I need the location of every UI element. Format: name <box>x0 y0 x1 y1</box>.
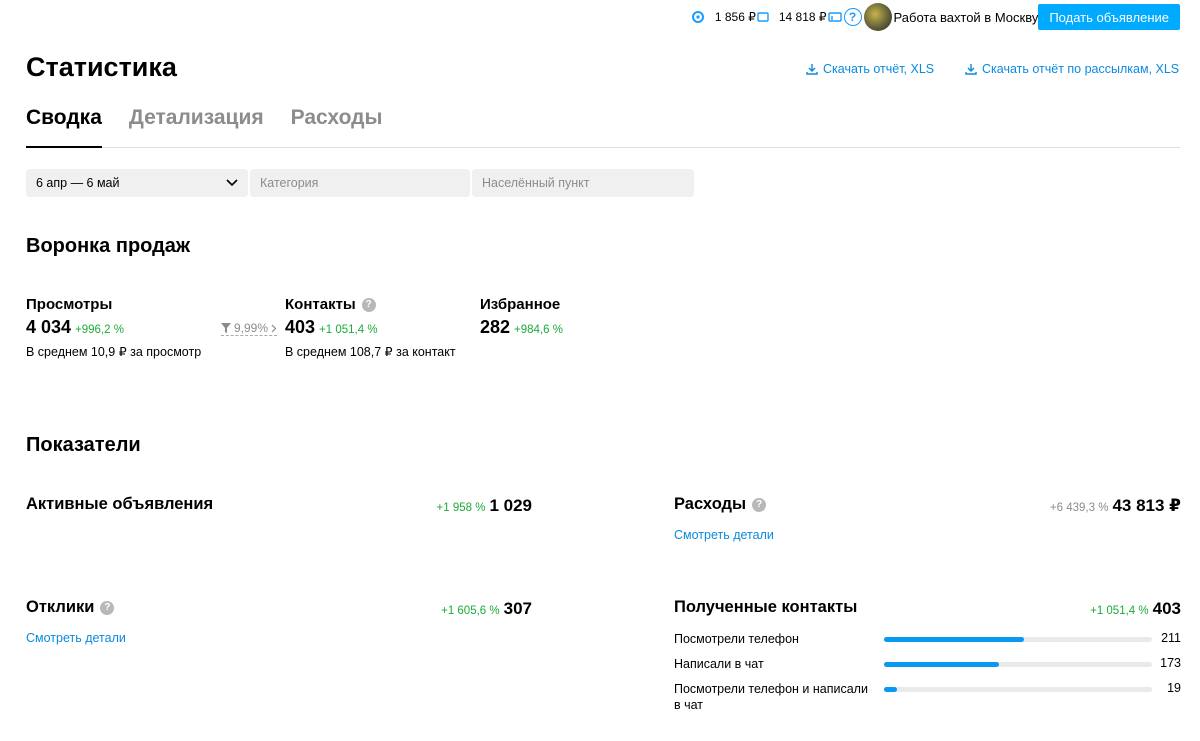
received-contacts-change: +1 051,4 % <box>1090 605 1149 617</box>
active-ads-change: +1 958 % <box>436 502 486 514</box>
question-icon[interactable]: ? <box>100 600 115 615</box>
contact-row-bar <box>884 662 1152 667</box>
views-metric: Просмотры 4 034 +996,2 % В среднем 10,9 … <box>26 296 201 359</box>
views-avg: В среднем 10,9 ₽ за просмотр <box>26 345 202 359</box>
expenses-label: Расходы <box>674 495 747 513</box>
favorites-value: 282 <box>480 317 511 337</box>
question-icon[interactable]: ? <box>361 297 376 312</box>
expenses-details-link[interactable]: Смотреть детали <box>674 528 774 542</box>
contact-row-label: Посмотрели телефон и написали в чат <box>674 682 868 712</box>
period-select[interactable]: 6 апр — 6 май <box>26 169 248 197</box>
balance-1-value: 1 856 ₽ <box>714 10 756 24</box>
responses-stat: +1 605,6 % 307 <box>441 599 532 619</box>
filters: 6 апр — 6 май Категория Населённый пункт <box>26 169 694 197</box>
download-report-link[interactable]: Скачать отчёт, XLS <box>806 62 934 76</box>
views-label: Просмотры <box>26 296 113 313</box>
favorites-metric: Избранное 282 +984,6 % <box>480 296 563 338</box>
active-ads-label: Активные объявления <box>26 495 214 513</box>
bonus-card-icon <box>827 12 842 22</box>
top-bar: 1 856 ₽ 14 818 ₽ ? Работа вахтой в Москв… <box>691 3 1180 31</box>
conversion-link[interactable]: 9,99% <box>221 321 278 336</box>
balance-2[interactable]: 14 818 ₽ <box>779 10 842 24</box>
conversion-value: 9,99% <box>234 321 269 335</box>
user-name[interactable]: Работа вахтой в Москву <box>894 10 1039 25</box>
favorites-label: Избранное <box>480 296 561 313</box>
responses-value: 307 <box>503 599 532 618</box>
contact-row-bar-fill <box>884 687 897 692</box>
category-select[interactable]: Категория <box>250 169 470 197</box>
received-contacts-value: 403 <box>1152 599 1181 618</box>
contact-row-label: Посмотрели телефон <box>674 632 799 646</box>
balance-1[interactable]: 1 856 ₽ <box>691 10 769 24</box>
views-change: +996,2 % <box>75 324 124 336</box>
indicators-title: Показатели <box>26 434 141 456</box>
contact-row-bar-fill <box>884 662 999 667</box>
question-icon[interactable]: ? <box>752 497 767 512</box>
contacts-metric: Контакты ? 403 +1 051,4 % В среднем 108,… <box>285 296 456 359</box>
contact-row-label: Написали в чат <box>674 657 764 671</box>
contact-row-value: 19 <box>1167 681 1181 695</box>
contacts-avg: В среднем 108,7 ₽ за контакт <box>285 345 456 359</box>
active-ads-value: 1 029 <box>489 496 532 515</box>
chevron-right-icon <box>271 324 277 332</box>
page-title: Статистика <box>26 52 177 82</box>
expenses-change: +6 439,3 % <box>1049 502 1109 514</box>
expenses-value: 43 813 ₽ <box>1112 496 1181 515</box>
tab-expenses[interactable]: Расходы <box>291 106 383 148</box>
responses-title: Отклики ? <box>26 598 115 617</box>
expenses-stat: +6 439,3 % 43 813 ₽ <box>1050 496 1181 516</box>
balance-2-value: 14 818 ₽ <box>778 10 827 24</box>
tab-details[interactable]: Детализация <box>129 106 264 148</box>
expenses-title: Расходы ? <box>674 495 767 514</box>
tabs: Сводка Детализация Расходы <box>26 106 1180 148</box>
filter-funnel-icon <box>221 323 231 333</box>
contact-row-bar <box>884 687 1152 692</box>
wallet-icon <box>757 12 769 22</box>
download-mailing-report-link[interactable]: Скачать отчёт по рассылкам, XLS <box>965 62 1179 76</box>
contacts-label: Контакты <box>285 296 356 313</box>
download-icon <box>806 64 818 75</box>
responses-label: Отклики <box>26 598 95 616</box>
help-icon[interactable]: ? <box>843 8 862 26</box>
chevron-down-icon <box>226 179 238 187</box>
post-ad-button[interactable]: Подать объявление <box>1038 4 1180 30</box>
active-ads-stat: +1 958 % 1 029 <box>437 496 532 516</box>
favorites-change: +984,6 % <box>514 324 563 336</box>
contact-row-value: 173 <box>1160 656 1181 670</box>
contact-row-bar-fill <box>884 637 1025 642</box>
funnel-title: Воронка продаж <box>26 235 191 257</box>
period-value: 6 апр — 6 май <box>36 176 120 190</box>
contacts-change: +1 051,4 % <box>319 324 378 336</box>
views-value: 4 034 <box>26 317 72 337</box>
city-select[interactable]: Населённый пункт <box>472 169 694 197</box>
contact-row-value: 211 <box>1161 631 1181 645</box>
download-mailing-report-label: Скачать отчёт по рассылкам, XLS <box>982 62 1180 76</box>
received-contacts-stat: +1 051,4 % 403 <box>1090 599 1181 619</box>
tab-summary[interactable]: Сводка <box>26 106 102 148</box>
contact-row-bar <box>884 637 1152 642</box>
contacts-value: 403 <box>285 317 316 337</box>
download-icon <box>965 64 977 75</box>
responses-change: +1 605,6 % <box>441 605 500 617</box>
wallet-ring-icon <box>691 11 704 23</box>
responses-details-link[interactable]: Смотреть детали <box>26 631 126 645</box>
avatar[interactable] <box>863 3 892 31</box>
download-report-label: Скачать отчёт, XLS <box>823 62 935 76</box>
received-contacts-label: Полученные контакты <box>674 598 858 616</box>
